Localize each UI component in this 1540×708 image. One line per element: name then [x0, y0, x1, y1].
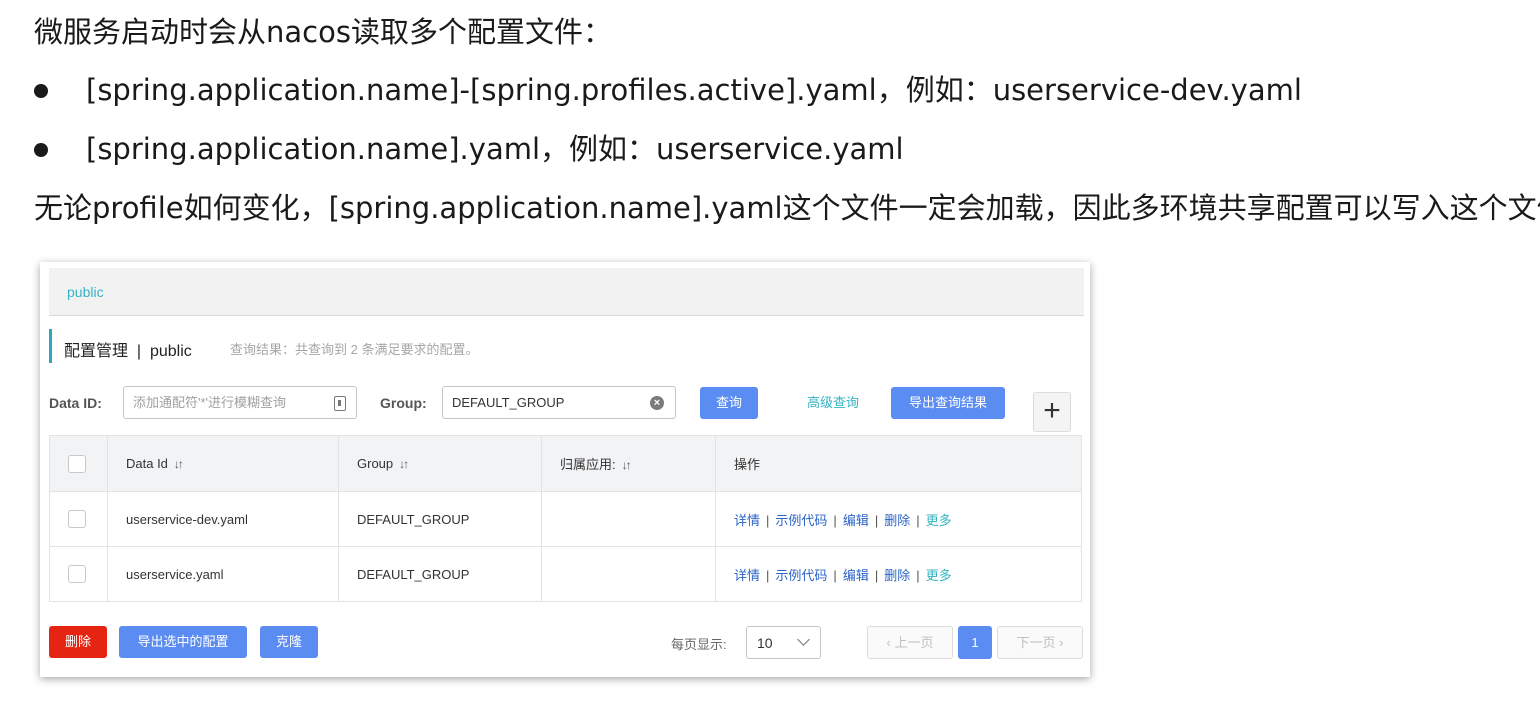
page-size-select[interactable]: 10	[746, 626, 821, 659]
sort-icon[interactable]: ↓↑	[622, 458, 632, 472]
cell-app	[541, 546, 716, 602]
slide-heading: 微服务启动时会从nacos读取多个配置文件：	[34, 15, 612, 49]
cell-data-id: userservice-dev.yaml	[107, 491, 339, 547]
cell-app	[541, 491, 716, 547]
op-delete-link[interactable]: 删除	[884, 513, 910, 528]
page-size-label: 每页显示:	[671, 637, 727, 652]
sort-icon[interactable]: ↓↑	[399, 457, 409, 471]
op-more-link[interactable]: 更多	[926, 568, 952, 583]
clear-icon[interactable]: ×	[650, 396, 664, 410]
row-select-cell	[49, 491, 108, 547]
next-page-label: 下一页	[1016, 635, 1056, 650]
header-data-id[interactable]: Data Id ↓↑	[107, 435, 339, 492]
group-input-wrap: ×	[442, 386, 676, 419]
delete-button[interactable]: 删除	[49, 626, 107, 658]
clone-button[interactable]: 克隆	[260, 626, 318, 658]
table-header-row: Data Id ↓↑ Group ↓↑ 归属应用: ↓↑ 操作	[49, 435, 1082, 492]
op-separator: |	[833, 512, 837, 528]
chevron-down-icon	[797, 633, 810, 646]
op-delete-link[interactable]: 删除	[884, 568, 910, 583]
header-group[interactable]: Group ↓↑	[338, 435, 542, 492]
bullet-item: [spring.application.name]-[spring.profil…	[86, 73, 1302, 107]
op-separator: |	[916, 512, 920, 528]
fuzzy-search-icon	[334, 396, 346, 411]
header-label: 归属应用:	[560, 457, 616, 472]
row-checkbox[interactable]	[68, 565, 86, 583]
page-1-button[interactable]: 1	[958, 626, 992, 659]
page-title: 配置管理 | public	[64, 343, 192, 360]
nacos-config-panel: public 配置管理 | public 查询结果：共查询到 2 条满足要求的配…	[40, 262, 1090, 677]
cell-data-id: userservice.yaml	[107, 546, 339, 602]
op-separator: |	[766, 567, 770, 583]
select-all-cell	[49, 435, 108, 492]
cell-ops: 详情 | 示例代码 | 编辑 | 删除 | 更多	[715, 546, 1082, 602]
chevron-right-icon: ›	[1055, 635, 1064, 650]
next-page-button[interactable]: 下一页 ›	[997, 626, 1083, 659]
advanced-query-link[interactable]: 高级查询	[797, 387, 869, 419]
prev-page-button[interactable]: ‹ 上一页	[867, 626, 953, 659]
row-checkbox[interactable]	[68, 510, 86, 528]
slide-note: 无论profile如何变化，[spring.application.name].…	[34, 191, 1540, 225]
data-id-label: Data ID:	[49, 395, 102, 411]
data-id-input[interactable]	[133, 395, 313, 410]
op-edit-link[interactable]: 编辑	[843, 513, 869, 528]
header-label: 操作	[734, 457, 761, 472]
cell-group: DEFAULT_GROUP	[338, 546, 542, 602]
header-label: Group	[357, 456, 394, 471]
export-selected-button[interactable]: 导出选中的配置	[119, 626, 247, 658]
page-size-value: 10	[757, 635, 773, 651]
table-row: userservice-dev.yaml DEFAULT_GROUP 详情 | 示例…	[49, 491, 1082, 547]
cell-group: DEFAULT_GROUP	[338, 491, 542, 547]
select-all-checkbox[interactable]	[68, 454, 86, 473]
add-config-button[interactable]: +	[1033, 392, 1071, 432]
op-detail-link[interactable]: 详情	[734, 513, 760, 528]
sort-icon[interactable]: ↓↑	[174, 457, 184, 471]
group-input[interactable]	[452, 395, 632, 410]
row-select-cell	[49, 546, 108, 602]
op-sample-code-link[interactable]: 示例代码	[775, 568, 827, 583]
bullet-item: [spring.application.name].yaml，例如：userse…	[86, 132, 904, 166]
query-result-text: 查询结果：共查询到 2 条满足要求的配置。	[230, 342, 479, 357]
cell-ops: 详情 | 示例代码 | 编辑 | 删除 | 更多	[715, 491, 1082, 547]
op-separator: |	[874, 567, 879, 583]
page-title-row: 配置管理 | public 查询结果：共查询到 2 条满足要求的配置。	[49, 329, 1049, 363]
header-app[interactable]: 归属应用: ↓↑	[541, 435, 716, 492]
query-button[interactable]: 查询	[700, 387, 758, 419]
bullet-dot	[34, 143, 48, 157]
op-sample-code-link[interactable]: 示例代码	[775, 513, 827, 528]
group-label: Group:	[380, 395, 427, 411]
header-label: Data Id	[126, 456, 168, 471]
op-separator: |	[833, 567, 837, 583]
export-results-button[interactable]: 导出查询结果	[891, 387, 1005, 419]
config-table: Data Id ↓↑ Group ↓↑ 归属应用: ↓↑ 操作 userservice…	[49, 435, 1082, 602]
bullet-dot	[34, 84, 48, 98]
op-separator: |	[874, 512, 879, 528]
namespace-link-public[interactable]: public	[67, 284, 104, 300]
namespace-bar: public	[49, 268, 1084, 316]
op-more-link[interactable]: 更多	[926, 513, 952, 528]
data-id-input-wrap	[123, 386, 357, 419]
prev-page-label: 上一页	[894, 635, 934, 650]
header-ops: 操作	[715, 435, 1082, 492]
op-detail-link[interactable]: 详情	[734, 568, 760, 583]
op-separator: |	[766, 512, 770, 528]
table-row: userservice.yaml DEFAULT_GROUP 详情 | 示例代码 | 编…	[49, 546, 1082, 602]
op-edit-link[interactable]: 编辑	[843, 568, 869, 583]
op-separator: |	[916, 567, 920, 583]
